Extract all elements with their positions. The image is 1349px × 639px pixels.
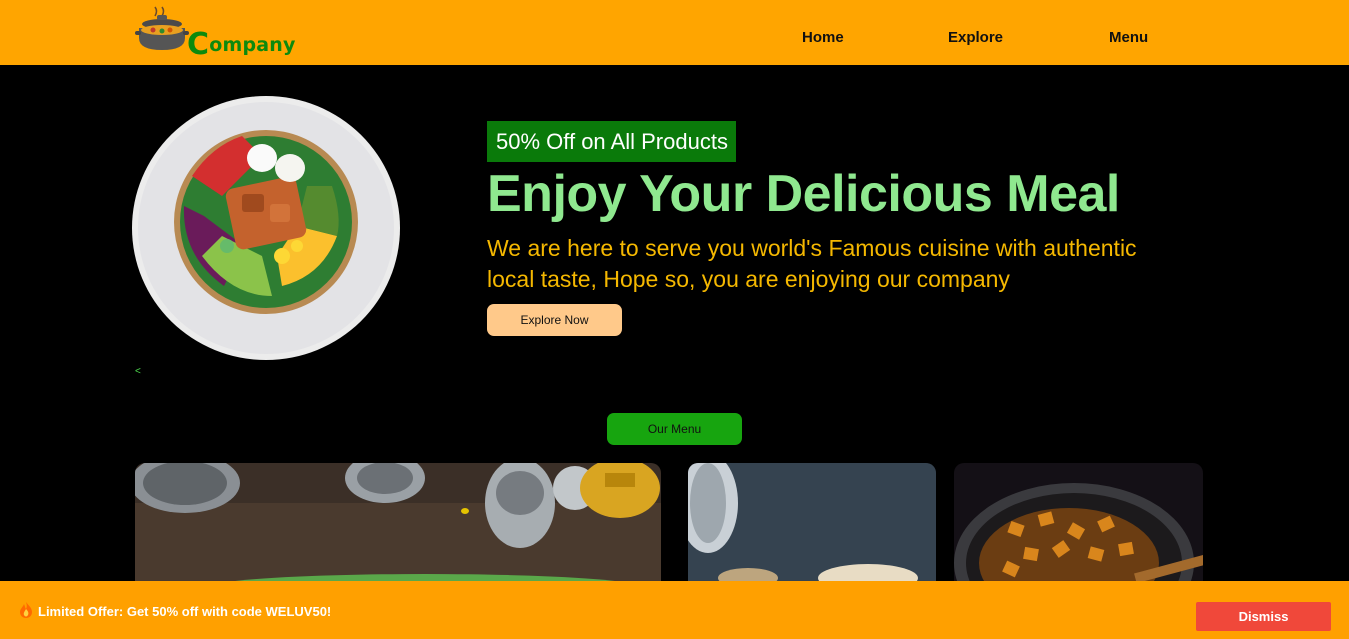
nav-explore[interactable]: Explore [948,29,1003,46]
nav-home[interactable]: Home [802,29,844,46]
curry-pot-image [954,463,1203,583]
flame-icon [20,602,32,618]
menu-card-curry[interactable] [954,463,1203,583]
nav-menu[interactable]: Menu [1109,29,1148,46]
cooking-pot-icon [135,6,189,50]
company-logo[interactable]: Company [135,6,295,62]
carousel-prev-arrow[interactable]: < [135,366,141,377]
hero-description: We are here to serve you world's Famous … [487,235,1137,292]
spices-image [135,463,661,583]
offer-text: Limited Offer: Get 50% off with code WEL… [38,604,332,619]
limited-offer-bar: Limited Offer: Get 50% off with code WEL… [0,581,1349,639]
discount-badge: 50% Off on All Products [487,121,736,162]
our-menu-button[interactable]: Our Menu [607,413,742,445]
logo-text: Company [187,27,296,62]
menu-card-bread[interactable] [688,463,936,583]
explore-now-button[interactable]: Explore Now [487,304,622,336]
bread-image [688,463,936,583]
salad-bowl-image [132,96,400,360]
hero-title: Enjoy Your Delicious Meal [487,165,1120,223]
dismiss-button[interactable]: Dismiss [1196,602,1331,631]
site-header: Company Home Explore Menu [0,0,1349,65]
menu-card-spices[interactable] [135,463,661,583]
